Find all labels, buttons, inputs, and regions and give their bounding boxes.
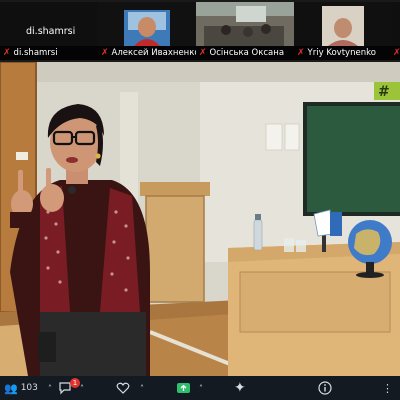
mic-off-icon: ✗ — [101, 48, 109, 58]
participant-video-thumbnail — [294, 2, 392, 46]
mic-off-icon: ✗ — [199, 48, 207, 58]
meeting-toolbar: 👥 103 ˄ ˄ 1 ˄ ˄ ✦ ⋮ — [0, 376, 400, 400]
mic-off-icon: ✗ — [3, 48, 11, 58]
chevron-up-icon: ˄ — [47, 383, 52, 393]
chevron-up-icon: ˄ — [140, 383, 144, 393]
participant-name: di.shamrsi — [13, 48, 58, 58]
participant-name: Yriy Kovtynenko — [307, 48, 376, 58]
participant-strip: di.shamrsi ✗ di.shamrsi ✗ Алексей Ивахне… — [0, 0, 400, 63]
sparkle-icon: ✦ — [234, 380, 246, 396]
reactions-button[interactable]: ˄ — [116, 376, 144, 400]
mic-off-icon: ✗ — [393, 48, 400, 58]
participant-name: Алексей Ивахненко — [111, 48, 196, 58]
participant-tile-aleksey[interactable]: ✗ Алексей Ивахненко — [98, 2, 196, 60]
participant-name-bar: ✗ — [392, 46, 400, 60]
participant-display-name: di.shamrsi — [26, 26, 76, 37]
apps-button[interactable]: ✦ — [234, 376, 246, 400]
chalkboard — [307, 106, 400, 212]
participant-name-bar: ✗ Алексей Ивахненко — [98, 46, 196, 60]
more-icon: ⋮ — [382, 381, 393, 395]
mic-off-icon: ✗ — [297, 48, 305, 58]
main-video: # — [0, 62, 400, 376]
chevron-up-icon: ˄ — [199, 383, 203, 393]
participant-video-thumbnail — [196, 2, 294, 46]
share-screen-button[interactable]: ˄ — [176, 376, 203, 400]
participant-name-bar: ✗ Осінська Оксана — [196, 46, 294, 60]
participants-button[interactable]: 👥 103 ˄ — [4, 376, 52, 400]
participant-video-thumbnail — [98, 2, 196, 46]
info-button[interactable] — [318, 376, 332, 400]
classroom-scene: # — [0, 62, 400, 376]
participant-name: Осінська Оксана — [209, 48, 285, 58]
wall-sign: # — [378, 84, 390, 100]
share-screen-icon — [177, 383, 190, 393]
chat-unread-badge: 1 — [70, 378, 80, 388]
heart-icon — [116, 382, 130, 394]
more-button[interactable]: ⋮ — [382, 376, 393, 400]
info-icon — [318, 381, 332, 395]
participant-tile-partial[interactable]: ✗ — [392, 2, 400, 60]
participant-name-bar: ✗ Yriy Kovtynenko — [294, 46, 392, 60]
participants-icon: 👥 — [4, 381, 18, 395]
chevron-up-icon: ˄ — [80, 383, 84, 393]
participant-count: 103 — [20, 383, 38, 393]
participant-tile-kovtynenko[interactable]: ✗ Yriy Kovtynenko — [294, 2, 392, 60]
participant-tile-osinska[interactable]: ✗ Осінська Оксана — [196, 2, 294, 60]
